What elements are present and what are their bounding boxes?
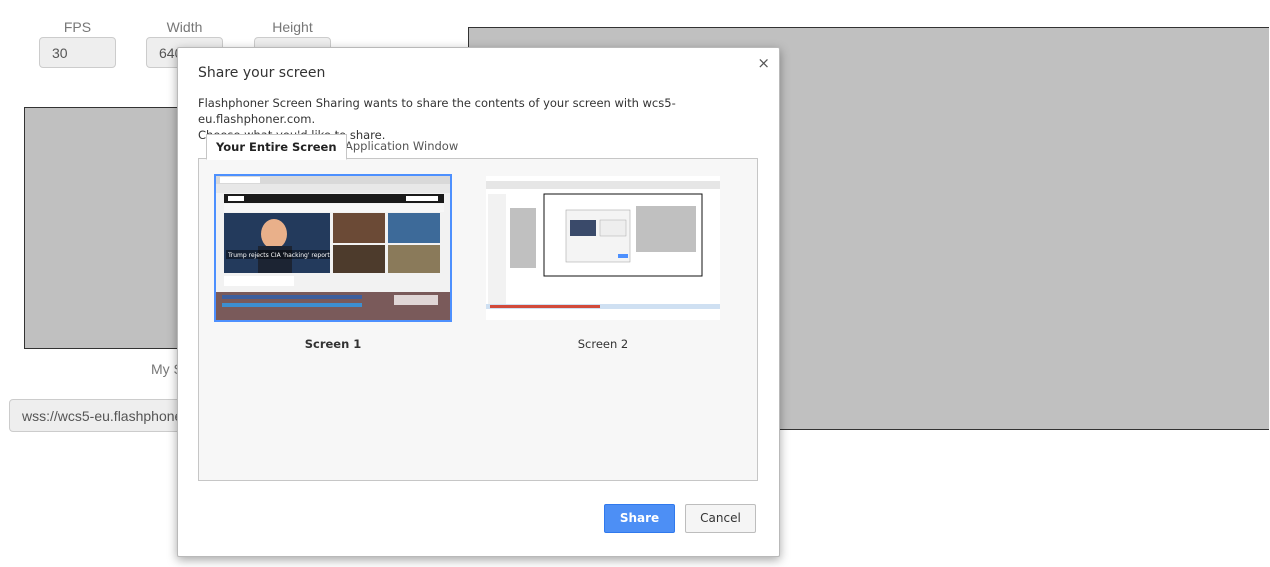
share-screen-dialog: Share your screen × Flashphoner Screen S… [177, 47, 780, 557]
screen-1-label: Screen 1 [304, 337, 362, 351]
width-label: Width [166, 19, 203, 35]
screens-panel: Trump rejects CIA 'hacking' report Scree… [198, 158, 758, 481]
screen-1-headline: Trump rejects CIA 'hacking' report [227, 252, 330, 259]
dialog-title: Share your screen [198, 65, 326, 81]
tab-entire-screen[interactable]: Your Entire Screen [206, 134, 347, 160]
description-line-1: Flashphoner Screen Sharing wants to shar… [198, 96, 676, 126]
screen-2-label: Screen 2 [577, 337, 629, 351]
fps-label: FPS [63, 19, 92, 35]
share-button[interactable]: Share [604, 504, 675, 533]
screen-1-thumbnail[interactable]: Trump rejects CIA 'hacking' report [214, 174, 452, 322]
screen-1-preview: Trump rejects CIA 'hacking' report [216, 176, 450, 320]
screen-2-thumbnail[interactable] [484, 174, 722, 322]
height-label: Height [272, 19, 313, 35]
tab-application-window[interactable]: Application Window [336, 134, 467, 158]
fps-input[interactable]: 30 [39, 37, 116, 68]
cancel-button[interactable]: Cancel [685, 504, 756, 533]
screen-2-preview [486, 176, 720, 320]
close-icon[interactable]: × [757, 54, 770, 72]
